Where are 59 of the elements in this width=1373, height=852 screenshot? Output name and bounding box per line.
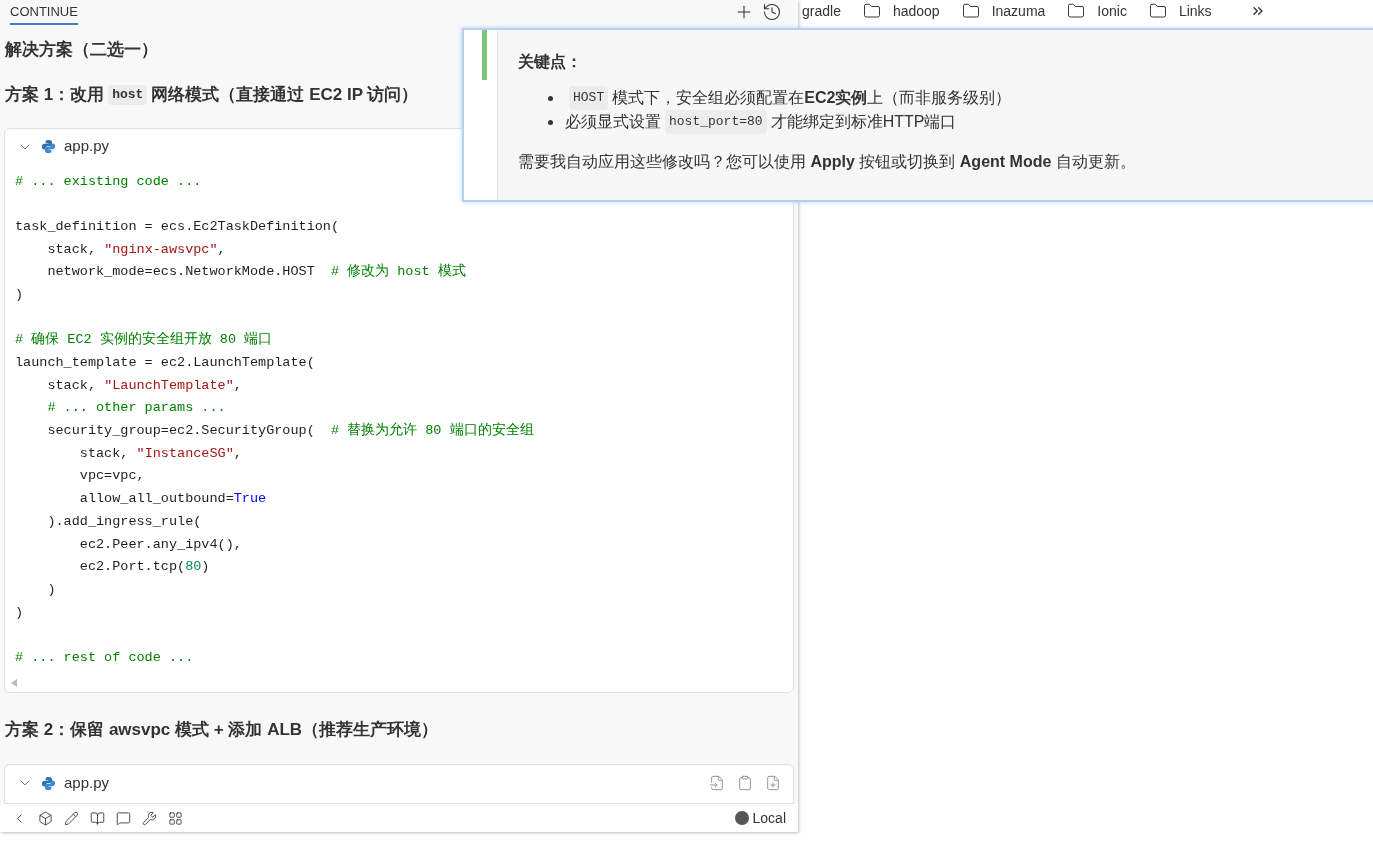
- bookmark[interactable]: Links: [1178, 2, 1212, 20]
- inline-code: host_port=80: [665, 110, 767, 134]
- bookmark[interactable]: Inazuma: [991, 2, 1046, 20]
- code-line: ).add_ingress_rule(: [46, 513, 202, 529]
- bullet-text: 模式下，安全组必须配置在EC2实例上（而非服务级别）: [612, 88, 1012, 108]
- folder-icon[interactable]: [1148, 2, 1167, 20]
- bullet-icon: [548, 119, 553, 125]
- file-name: app.py: [64, 136, 110, 157]
- code-line: stack, "nginx-awsvpc",: [46, 241, 226, 257]
- code-line: network_mode=ecs.NetworkMode.HOST # 修改为 host 模式: [46, 264, 466, 280]
- code-line: task_definition = ecs.Ec2TaskDefinition(: [15, 218, 340, 234]
- clipboard-icon[interactable]: [737, 775, 753, 792]
- continue-tab[interactable]: CONTINUE: [10, 2, 78, 25]
- change-marker: [482, 30, 487, 80]
- chat-icon[interactable]: [116, 810, 131, 826]
- inline-code: HOST: [569, 86, 609, 110]
- book-icon[interactable]: [90, 810, 105, 826]
- option-title: 方案 2：保留 awsvpc 模式 + 添加 ALB（推荐生产环境）: [4, 718, 440, 741]
- popup-title: 关键点：: [518, 52, 583, 72]
- code-line: vpc=vpc,: [78, 468, 145, 484]
- bullet-text: 才能绑定到标准HTTP端口: [770, 112, 957, 132]
- file-name: app.py: [64, 772, 110, 793]
- tools-icon[interactable]: [142, 810, 157, 826]
- bookmark[interactable]: gradle: [802, 2, 841, 20]
- inline-code: host: [108, 85, 148, 105]
- insert-icon[interactable]: [709, 775, 725, 792]
- pencil-icon[interactable]: [64, 810, 79, 826]
- code-line: security_group=ec2.SecurityGroup( # 替换为允许 80 端口的安全组: [46, 423, 534, 439]
- history-icon[interactable]: [762, 2, 782, 22]
- code-line: ): [46, 581, 56, 597]
- code-line: allow_all_outbound=True: [78, 491, 267, 507]
- bookmark[interactable]: Ionic: [1097, 2, 1127, 20]
- code-line: launch_template = ec2.LaunchTemplate(: [15, 355, 315, 370]
- section-heading: 解决方案（二选一）: [5, 38, 158, 61]
- code-line: stack, "LaunchTemplate",: [46, 377, 242, 393]
- folder-icon[interactable]: [1067, 2, 1086, 20]
- model-icon: [734, 811, 749, 825]
- python-icon: [41, 139, 56, 154]
- cube-icon[interactable]: [38, 810, 53, 826]
- code-line: # ... other params ...: [46, 400, 226, 416]
- code-line: ): [15, 604, 24, 620]
- bookmark[interactable]: hadoop: [892, 2, 940, 20]
- code-line: # ... rest of code ...: [15, 649, 194, 665]
- code-line: # 确保 EC2 实例的安全组开放 80 端口: [15, 332, 273, 348]
- option-title: 方案 1：改用: [5, 84, 105, 106]
- grid-icon[interactable]: [168, 810, 183, 826]
- bullet-text: 必须显式设置: [565, 112, 661, 132]
- code-line: stack, "InstanceSG",: [78, 445, 242, 461]
- folder-icon[interactable]: [862, 2, 881, 20]
- python-icon: [41, 775, 56, 791]
- model-label[interactable]: Local: [752, 807, 786, 829]
- bullet-icon: [548, 95, 553, 101]
- code-line: # ... existing code ...: [15, 173, 202, 189]
- code-line: ec2.Peer.any_ipv4(),: [78, 536, 242, 552]
- code-line: ec2.Port.tcp(80): [78, 559, 210, 575]
- folder-icon[interactable]: [961, 2, 980, 20]
- code-line: ): [15, 286, 24, 302]
- popup-question: 需要我自动应用这些修改吗？您可以使用 Apply 按钮或切换到 Agent Mode 自动更新。: [518, 152, 1136, 172]
- option-title: 网络模式（直接通过 EC2 IP 访问）: [151, 84, 419, 106]
